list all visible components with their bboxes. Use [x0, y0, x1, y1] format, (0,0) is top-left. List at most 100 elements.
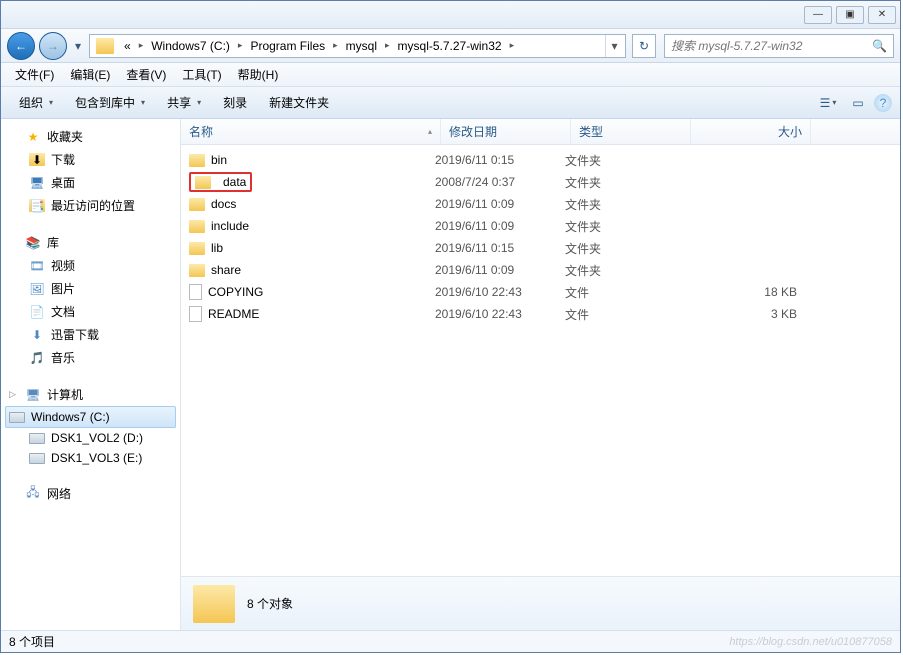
sidebar-item[interactable]: 🎵音乐 — [1, 346, 180, 369]
new-folder-button[interactable]: 新建文件夹 — [259, 90, 339, 115]
menu-help[interactable]: 帮助(H) — [230, 64, 287, 85]
help-button[interactable]: ? — [874, 94, 892, 112]
computer-group: ▷🖥计算机 Windows7 (C:)DSK1_VOL2 (D:)DSK1_VO… — [1, 383, 180, 468]
library-icon: 📚 — [25, 235, 41, 251]
menu-edit[interactable]: 编辑(E) — [62, 64, 118, 85]
sidebar-item-label: 最近访问的位置 — [51, 197, 135, 214]
file-type: 文件夹 — [565, 262, 685, 279]
sidebar-item-label: 视频 — [51, 257, 75, 274]
sidebar-item[interactable]: 📄文档 — [1, 300, 180, 323]
refresh-button[interactable]: ↻ — [632, 34, 656, 58]
body: ★收藏夹 ⬇下载🖥桌面 📑 最近访问的位置 📚库 🎞视频🖼图片📄文档⬇迅雷下载🎵音乐… — [1, 119, 900, 630]
chevron-right-icon[interactable]: ▸ — [236, 40, 245, 51]
file-row[interactable]: COPYING2019/6/10 22:43文件18 KB — [181, 281, 900, 303]
file-name: data — [223, 175, 246, 189]
address-bar[interactable]: «▸ Windows7 (C:)▸ Program Files▸ mysql▸ … — [89, 34, 626, 58]
menu-tools[interactable]: 工具(T) — [174, 64, 229, 85]
network-header[interactable]: 🖧网络 — [1, 482, 180, 505]
search-box[interactable]: 🔍 — [664, 34, 894, 58]
favorites-group: ★收藏夹 ⬇下载🖥桌面 📑 最近访问的位置 — [1, 125, 180, 217]
search-input[interactable] — [671, 39, 872, 53]
sidebar-label: 网络 — [47, 485, 71, 502]
sidebar-item[interactable]: DSK1_VOL2 (D:) — [1, 428, 180, 448]
computer-header[interactable]: ▷🖥计算机 — [1, 383, 180, 406]
chevron-right-icon[interactable]: ▸ — [137, 40, 146, 51]
sidebar-item-icon: ⬇ — [29, 327, 45, 343]
file-type: 文件夹 — [565, 218, 685, 235]
chevron-down-icon: ▾ — [832, 98, 836, 107]
sidebar: ★收藏夹 ⬇下载🖥桌面 📑 最近访问的位置 📚库 🎞视频🖼图片📄文档⬇迅雷下载🎵音乐… — [1, 119, 181, 630]
breadcrumb[interactable]: mysql — [340, 35, 383, 57]
share-button[interactable]: 共享▾ — [157, 90, 211, 115]
file-row[interactable]: include2019/6/11 0:09文件夹 — [181, 215, 900, 237]
back-button[interactable]: ← — [7, 32, 35, 60]
file-name: lib — [211, 241, 223, 255]
breadcrumb[interactable]: Windows7 (C:) — [145, 35, 236, 57]
burn-button[interactable]: 刻录 — [213, 90, 257, 115]
sidebar-item[interactable]: 🖥桌面 — [1, 171, 180, 194]
file-size: 18 KB — [685, 285, 797, 299]
file-date: 2019/6/11 0:09 — [435, 263, 565, 277]
folder-icon — [195, 176, 211, 189]
sidebar-item-label: 桌面 — [51, 174, 75, 191]
breadcrumb[interactable]: mysql-5.7.27-win32 — [392, 35, 508, 57]
sidebar-item[interactable]: DSK1_VOL3 (E:) — [1, 448, 180, 468]
sidebar-item-icon: ⬇ — [29, 153, 45, 166]
folder-icon — [96, 38, 114, 54]
preview-pane-button[interactable]: ▭ — [844, 92, 872, 114]
file-row[interactable]: lib2019/6/11 0:15文件夹 — [181, 237, 900, 259]
views-button[interactable]: ☰▾ — [814, 92, 842, 114]
file-date: 2019/6/10 22:43 — [435, 285, 565, 299]
file-name: docs — [211, 197, 236, 211]
sidebar-item[interactable]: ⬇下载 — [1, 148, 180, 171]
file-type: 文件 — [565, 306, 685, 323]
menu-view[interactable]: 查看(V) — [118, 64, 174, 85]
address-dropdown[interactable]: ▾ — [605, 35, 623, 57]
sidebar-item[interactable]: 📑 最近访问的位置 — [1, 194, 180, 217]
menu-file[interactable]: 文件(F) — [7, 64, 62, 85]
sidebar-item-icon: 🖼 — [29, 281, 45, 297]
file-date: 2019/6/11 0:09 — [435, 197, 565, 211]
breadcrumb[interactable]: « — [118, 35, 137, 57]
search-icon[interactable]: 🔍 — [872, 39, 887, 53]
include-library-button[interactable]: 包含到库中▾ — [65, 90, 155, 115]
file-row[interactable]: docs 2019/6/11 0:09文件夹 — [181, 193, 900, 215]
forward-button[interactable]: → — [39, 32, 67, 60]
folder-icon — [189, 264, 205, 277]
column-type[interactable]: 类型 — [571, 119, 691, 144]
file-icon — [189, 306, 202, 322]
statusbar: 8 个项目 https://blog.csdn.net/u010877058 — [1, 630, 900, 652]
nav-history-dropdown[interactable]: ▾ — [71, 36, 85, 56]
close-button[interactable]: ✕ — [868, 6, 896, 24]
chevron-right-icon[interactable]: ▸ — [383, 40, 392, 51]
file-row[interactable]: data2008/7/24 0:37文件夹 — [181, 171, 900, 193]
watermark: https://blog.csdn.net/u010877058 — [729, 636, 892, 648]
sidebar-item[interactable]: Windows7 (C:) — [5, 406, 176, 428]
sidebar-item[interactable]: ⬇迅雷下载 — [1, 323, 180, 346]
sidebar-item[interactable]: 🖼图片 — [1, 277, 180, 300]
column-name[interactable]: 名称▴ — [181, 119, 441, 144]
chevron-right-icon[interactable]: ▸ — [331, 40, 340, 51]
file-row[interactable]: bin2019/6/11 0:15文件夹 — [181, 149, 900, 171]
column-date[interactable]: 修改日期 — [441, 119, 571, 144]
file-date: 2019/6/11 0:15 — [435, 153, 565, 167]
sidebar-item-icon: 📑 — [29, 199, 45, 212]
minimize-button[interactable]: — — [804, 6, 832, 24]
libraries-header[interactable]: 📚库 — [1, 231, 180, 254]
file-row[interactable]: share2019/6/11 0:09文件夹 — [181, 259, 900, 281]
file-row[interactable]: README2019/6/10 22:43文件3 KB — [181, 303, 900, 325]
chevron-right-icon[interactable]: ▸ — [508, 40, 517, 51]
sidebar-item-icon — [9, 412, 25, 423]
maximize-button[interactable]: ▣ — [836, 6, 864, 24]
file-type: 文件夹 — [565, 196, 685, 213]
sidebar-item[interactable]: 🎞视频 — [1, 254, 180, 277]
organize-button[interactable]: 组织▾ — [9, 90, 63, 115]
favorites-header[interactable]: ★收藏夹 — [1, 125, 180, 148]
file-type: 文件夹 — [565, 240, 685, 257]
details-pane: 8 个对象 — [181, 576, 900, 630]
breadcrumb[interactable]: Program Files — [244, 35, 331, 57]
file-type: 文件夹 — [565, 152, 685, 169]
column-size[interactable]: 大小 — [691, 119, 811, 144]
file-name: README — [208, 307, 259, 321]
chevron-down-icon: ▾ — [141, 98, 145, 107]
